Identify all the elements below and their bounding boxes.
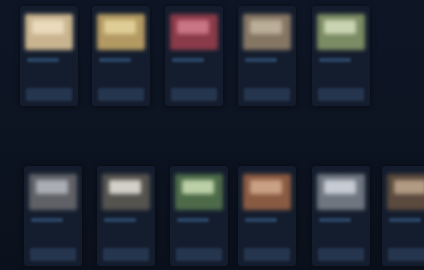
media-card[interactable] bbox=[92, 6, 150, 106]
card-meta-badge bbox=[388, 248, 424, 261]
media-card[interactable] bbox=[97, 166, 155, 266]
media-card[interactable] bbox=[238, 166, 296, 266]
card-meta-badge bbox=[244, 248, 290, 261]
thumbnail-highlight bbox=[104, 20, 136, 34]
card-meta-badge bbox=[171, 88, 217, 101]
media-card[interactable] bbox=[24, 166, 82, 266]
card-divider bbox=[172, 58, 204, 62]
card-row-top bbox=[0, 6, 424, 111]
card-divider bbox=[245, 218, 277, 222]
content-grid bbox=[0, 0, 424, 270]
media-card[interactable] bbox=[238, 6, 296, 106]
card-row-bottom bbox=[0, 166, 424, 270]
card-meta-badge bbox=[98, 88, 144, 101]
media-card[interactable] bbox=[312, 6, 370, 106]
card-meta-badge bbox=[176, 248, 222, 261]
thumbnail-highlight bbox=[32, 20, 64, 34]
card-divider bbox=[245, 58, 277, 62]
thumbnail-highlight bbox=[182, 180, 214, 194]
thumbnail-highlight bbox=[250, 20, 282, 34]
card-divider bbox=[31, 218, 63, 222]
thumbnail-highlight bbox=[324, 180, 356, 194]
card-divider bbox=[104, 218, 136, 222]
media-card[interactable] bbox=[170, 166, 228, 266]
card-divider bbox=[319, 218, 351, 222]
card-meta-badge bbox=[318, 88, 364, 101]
card-divider bbox=[389, 218, 421, 222]
media-card[interactable] bbox=[382, 166, 424, 266]
thumbnail-highlight bbox=[36, 180, 68, 194]
card-meta-badge bbox=[26, 88, 72, 101]
card-meta-badge bbox=[318, 248, 364, 261]
media-card[interactable] bbox=[20, 6, 78, 106]
card-meta-badge bbox=[30, 248, 76, 261]
card-meta-badge bbox=[103, 248, 149, 261]
thumbnail-highlight bbox=[324, 20, 356, 34]
card-meta-badge bbox=[244, 88, 290, 101]
media-card[interactable] bbox=[312, 166, 370, 266]
thumbnail-highlight bbox=[177, 20, 209, 34]
media-card[interactable] bbox=[165, 6, 223, 106]
card-divider bbox=[319, 58, 351, 62]
thumbnail-highlight bbox=[250, 180, 282, 194]
card-divider bbox=[27, 58, 59, 62]
card-divider bbox=[99, 58, 131, 62]
thumbnail-highlight bbox=[394, 180, 424, 194]
thumbnail-highlight bbox=[109, 180, 141, 194]
card-divider bbox=[177, 218, 209, 222]
